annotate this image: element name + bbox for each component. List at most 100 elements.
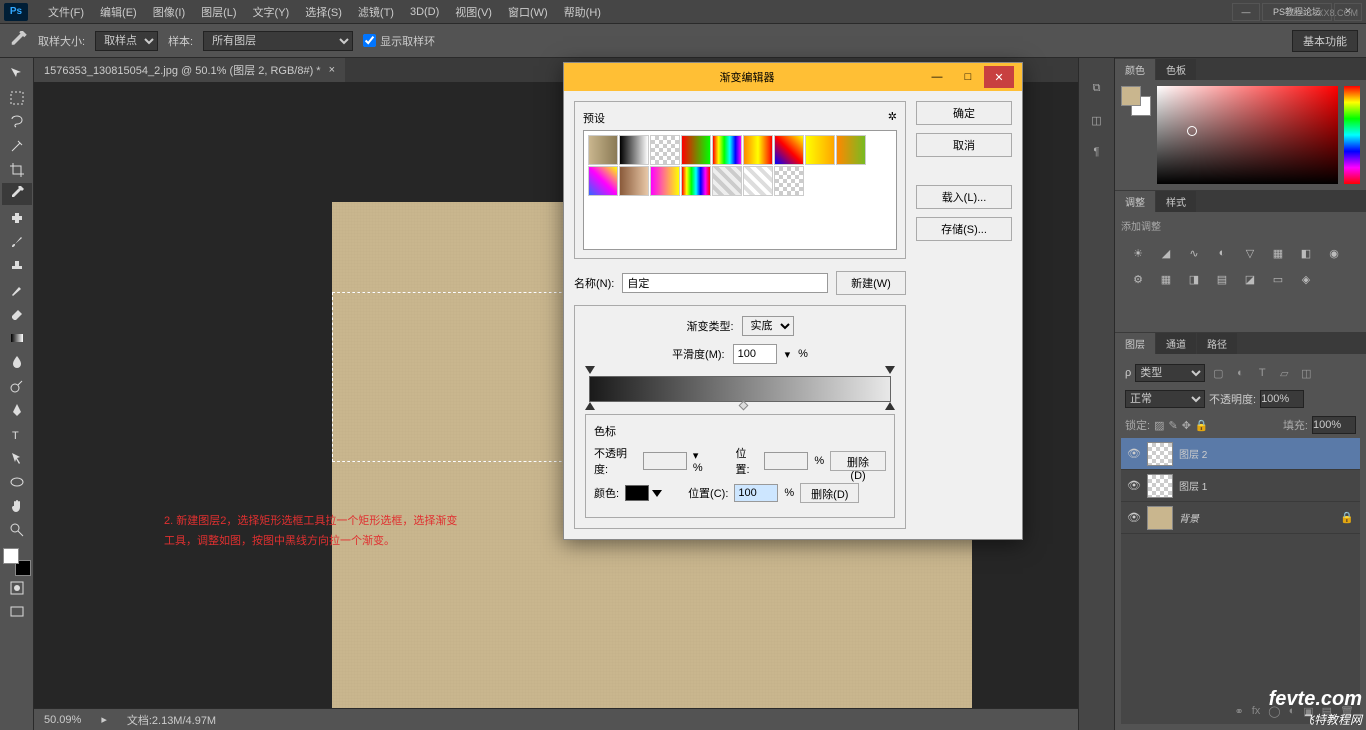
document-tab[interactable]: 1576353_130815054_2.jpg @ 50.1% (图层 2, R… (34, 58, 345, 82)
stop-position2-input[interactable] (734, 484, 778, 502)
menu-type[interactable]: 文字(Y) (245, 1, 298, 23)
history-panel-icon[interactable]: ⧉ (1087, 78, 1107, 98)
channels-tab[interactable]: 通道 (1156, 333, 1196, 354)
fx-icon[interactable]: fx (1252, 705, 1261, 717)
menu-help[interactable]: 帮助(H) (556, 1, 609, 23)
smoothness-input[interactable] (733, 344, 777, 364)
invert-icon[interactable]: ◨ (1185, 271, 1203, 287)
sample-select[interactable]: 所有图层 (203, 31, 353, 51)
threshold-icon[interactable]: ◪ (1241, 271, 1259, 287)
menu-select[interactable]: 选择(S) (297, 1, 350, 23)
name-input[interactable] (622, 273, 828, 293)
layer-row[interactable]: 👁 背景 🔒 (1121, 502, 1360, 534)
visibility-icon[interactable]: 👁 (1127, 511, 1141, 524)
stop-opacity-input[interactable] (643, 452, 687, 470)
layer-kind-select[interactable]: 类型 (1135, 364, 1205, 382)
color-swap[interactable] (3, 548, 31, 576)
dialog-titlebar[interactable]: 渐变编辑器 — □ ✕ (564, 63, 1022, 91)
photo-filter-icon[interactable]: ◉ (1325, 245, 1343, 261)
stamp-tool[interactable] (2, 255, 32, 277)
brightness-icon[interactable]: ☀ (1129, 245, 1147, 261)
preset-swatch[interactable] (712, 135, 742, 165)
lock-position-icon[interactable]: ✥ (1182, 419, 1191, 432)
gradient-bar[interactable] (585, 376, 895, 402)
menu-window[interactable]: 窗口(W) (500, 1, 556, 23)
link-icon[interactable]: ⚭ (1234, 705, 1243, 718)
lock-transparent-icon[interactable]: ▨ (1154, 419, 1164, 432)
lock-pixels-icon[interactable]: ✎ (1168, 419, 1177, 432)
lasso-tool[interactable] (2, 111, 32, 133)
levels-icon[interactable]: ◢ (1157, 245, 1175, 261)
dialog-minimize[interactable]: — (922, 66, 952, 88)
screenmode-tool[interactable] (2, 601, 32, 623)
sample-size-select[interactable]: 取样点 (95, 31, 158, 51)
layer-row[interactable]: 👁 图层 2 (1121, 438, 1360, 470)
shape-tool[interactable] (2, 471, 32, 493)
preset-swatch[interactable] (681, 135, 711, 165)
layer-name[interactable]: 背景 (1179, 510, 1334, 525)
show-ring-checkbox[interactable] (363, 34, 376, 47)
move-tool[interactable] (2, 63, 32, 85)
zoom-tool[interactable] (2, 519, 32, 541)
crop-tool[interactable] (2, 159, 32, 181)
path-tool[interactable] (2, 447, 32, 469)
delete-opacity-stop-button[interactable]: 删除(D) (830, 451, 886, 471)
gradient-map-icon[interactable]: ▭ (1269, 271, 1287, 287)
vibrance-icon[interactable]: ▽ (1241, 245, 1259, 261)
menu-file[interactable]: 文件(F) (40, 1, 92, 23)
arrow-icon[interactable]: ▸ (101, 713, 107, 726)
save-gradient-button[interactable]: 存储(S)... (916, 217, 1012, 241)
bw-icon[interactable]: ◧ (1297, 245, 1315, 261)
menu-3d[interactable]: 3D(D) (402, 3, 447, 21)
color-tab[interactable]: 颜色 (1115, 59, 1155, 80)
hue-slider[interactable] (1344, 86, 1360, 184)
visibility-icon[interactable]: 👁 (1127, 479, 1141, 492)
eraser-tool[interactable] (2, 303, 32, 325)
preset-swatch[interactable] (619, 166, 649, 196)
preset-swatch[interactable] (712, 166, 742, 196)
menu-view[interactable]: 视图(V) (447, 1, 500, 23)
lookup-icon[interactable]: ▦ (1157, 271, 1175, 287)
history-brush-tool[interactable] (2, 279, 32, 301)
color-field[interactable] (1157, 86, 1338, 184)
hand-tool[interactable] (2, 495, 32, 517)
fg-color-swatch[interactable] (3, 548, 19, 564)
layer-name[interactable]: 图层 2 (1179, 446, 1354, 461)
preset-swatch[interactable] (836, 135, 866, 165)
cancel-button[interactable]: 取消 (916, 133, 1012, 157)
preset-swatch[interactable] (650, 166, 680, 196)
layer-name[interactable]: 图层 1 (1179, 478, 1354, 493)
filter-image-icon[interactable]: ▢ (1209, 365, 1227, 381)
filter-smart-icon[interactable]: ◫ (1297, 365, 1315, 381)
filter-type-icon[interactable]: T (1253, 365, 1271, 381)
dialog-maximize[interactable]: □ (953, 66, 983, 88)
pen-tool[interactable] (2, 399, 32, 421)
gradient-tool[interactable] (2, 327, 32, 349)
selective-icon[interactable]: ◈ (1297, 271, 1315, 287)
filter-shape-icon[interactable]: ▱ (1275, 365, 1293, 381)
healing-tool[interactable] (2, 207, 32, 229)
preset-swatch[interactable] (743, 135, 773, 165)
paths-tab[interactable]: 路径 (1197, 333, 1237, 354)
gear-icon[interactable]: ✲ (888, 110, 897, 126)
opacity-input[interactable] (1260, 390, 1304, 408)
preset-swatch[interactable] (650, 135, 680, 165)
chevron-down-icon[interactable] (652, 490, 662, 497)
dodge-tool[interactable] (2, 375, 32, 397)
load-button[interactable]: 载入(L)... (916, 185, 1012, 209)
styles-tab[interactable]: 样式 (1156, 191, 1196, 212)
character-panel-icon[interactable]: ¶ (1087, 142, 1107, 162)
properties-panel-icon[interactable]: ◫ (1087, 110, 1107, 130)
new-gradient-button[interactable]: 新建(W) (836, 271, 906, 295)
quickmask-tool[interactable] (2, 577, 32, 599)
lock-all-icon[interactable]: 🔒 (1195, 419, 1209, 432)
gradient-type-select[interactable]: 实底 (742, 316, 794, 336)
preset-grid[interactable] (583, 130, 897, 250)
preset-swatch[interactable] (588, 135, 618, 165)
channel-mixer-icon[interactable]: ⚙ (1129, 271, 1147, 287)
stop-color-swatch[interactable] (625, 485, 649, 501)
brush-tool[interactable] (2, 231, 32, 253)
visibility-icon[interactable]: 👁 (1127, 447, 1141, 460)
panel-fg-swatch[interactable] (1121, 86, 1141, 106)
layer-row[interactable]: 👁 图层 1 (1121, 470, 1360, 502)
